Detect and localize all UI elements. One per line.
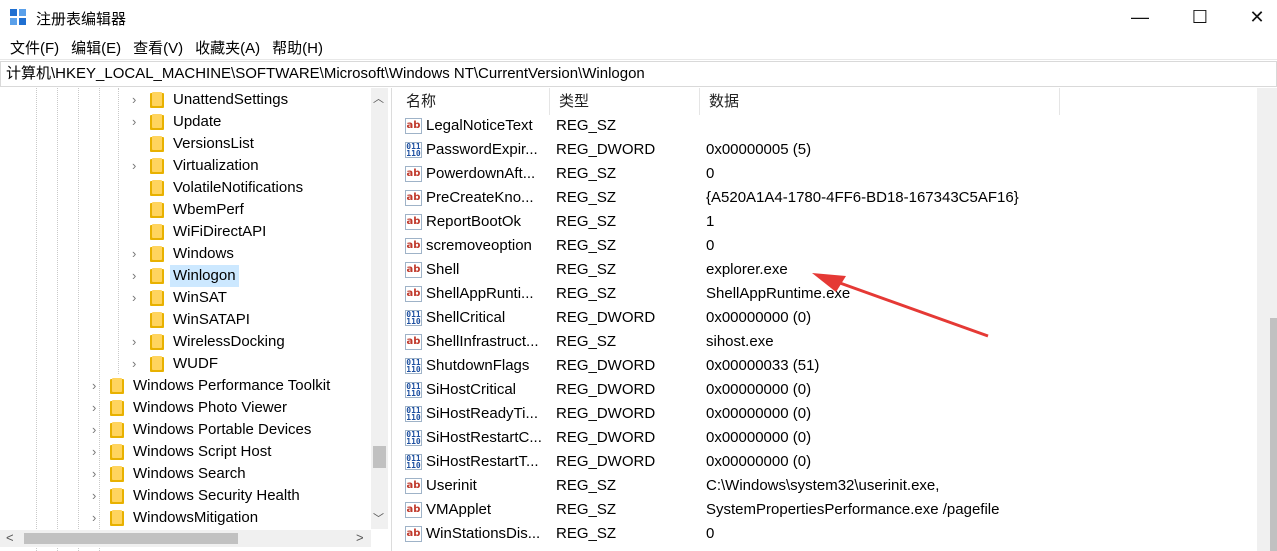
annotation-arrow bbox=[812, 273, 989, 338]
